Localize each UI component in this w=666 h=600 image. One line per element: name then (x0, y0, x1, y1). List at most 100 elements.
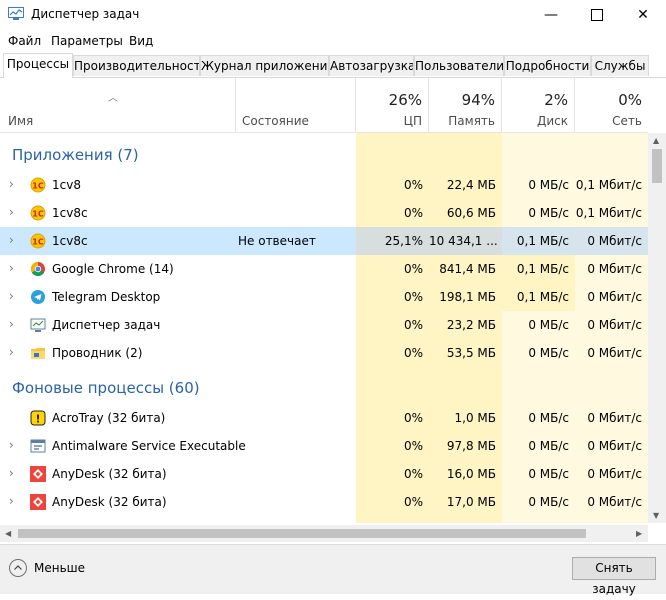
column-memory-label: Память (448, 114, 495, 128)
process-row[interactable]: ! AcroTray (32 бита) 0% 1,0 МБ 0 МБ/с 0 … (0, 404, 648, 432)
disk-value: 0,1 МБ/с (502, 255, 575, 283)
scroll-up-icon[interactable]: ▲ (653, 136, 659, 145)
horizontal-scroll-thumb[interactable] (18, 529, 586, 538)
disk-value: 0 МБ/с (528, 467, 569, 481)
disk-value: 0,1 МБ/с (502, 283, 575, 311)
maximize-button[interactable] (574, 0, 620, 30)
menu-options[interactable]: Параметры (51, 34, 123, 48)
cpu-value: 0% (403, 495, 423, 509)
tab-services[interactable]: Службы (591, 55, 649, 76)
svg-text:!: ! (35, 413, 40, 426)
maximize-icon (591, 9, 603, 21)
process-name: Проводник (2) (52, 346, 143, 360)
anydesk-icon (30, 466, 46, 482)
tab-performance[interactable]: Производительность (73, 55, 200, 76)
1c-icon: 1С (30, 177, 46, 193)
menu-view[interactable]: Вид (129, 34, 153, 48)
network-value: 0 Мбит/с (575, 227, 648, 255)
expand-chevron-icon[interactable]: › (9, 255, 14, 282)
process-row[interactable]: › 1С 1cv8c 0% 60,6 МБ 0 МБ/с 0,1 Мбит/с (0, 199, 648, 227)
tab-details[interactable]: Подробности (504, 55, 591, 76)
scroll-down-icon[interactable]: ▼ (653, 511, 659, 520)
expand-chevron-icon[interactable]: › (9, 488, 14, 515)
process-name: 1cv8c (52, 206, 88, 220)
taskmgr-icon (30, 318, 46, 332)
expand-chevron-icon[interactable]: › (9, 339, 14, 366)
cpu-value: 0% (403, 262, 423, 276)
tab-app-history[interactable]: Журнал приложений (200, 55, 329, 76)
1c-icon: 1С (30, 233, 46, 249)
cpu-value: 0% (403, 290, 423, 304)
process-row[interactable]: › AnyDesk (32 бита) 0% 16,0 МБ 0 МБ/с 0 … (0, 460, 648, 488)
vertical-scroll-thumb[interactable] (652, 149, 662, 183)
end-task-button[interactable]: Снять задачу (572, 557, 656, 596)
close-icon: ✕ (637, 7, 649, 23)
explorer-icon (31, 348, 45, 359)
expand-chevron-icon[interactable]: › (9, 460, 14, 487)
minimize-button[interactable]: — (528, 0, 574, 30)
column-name[interactable]: ︿ Имя (0, 78, 236, 132)
disk-value: 0 МБ/с (528, 178, 569, 192)
group-header-background[interactable]: Фоновые процессы (60) (0, 374, 648, 402)
disk-value: 0 МБ/с (528, 318, 569, 332)
acrotray-icon: ! (30, 410, 46, 426)
vertical-scrollbar[interactable]: ▲ ▼ (648, 133, 666, 523)
column-cpu[interactable]: 26% ЦП (356, 78, 429, 132)
scroll-left-icon[interactable]: ◀ (5, 529, 11, 538)
expand-chevron-icon[interactable]: › (9, 199, 14, 226)
disk-total: 2% (544, 91, 568, 109)
title-bar: Диспетчер задач — ✕ (0, 0, 666, 30)
sort-up-icon: ︿ (108, 93, 118, 104)
process-row[interactable]: › Проводник (2) 0% 53,5 МБ 0 МБ/с 0 Мбит… (0, 339, 648, 367)
svg-text:1С: 1С (32, 182, 44, 191)
menu-file[interactable]: Файл (8, 34, 41, 48)
process-name: AcroTray (32 бита) (52, 411, 166, 425)
tab-users[interactable]: Пользователи (414, 55, 504, 76)
group-apps-label: Приложения (7) (12, 146, 139, 164)
tab-processes[interactable]: Процессы (3, 53, 73, 78)
cpu-value: 0% (403, 318, 423, 332)
service-icon (30, 439, 46, 453)
footer-bar: Меньше Снять задачу (0, 544, 666, 596)
column-status[interactable]: Состояние (236, 78, 356, 132)
cpu-value: 0% (403, 411, 423, 425)
column-network[interactable]: 0% Сеть (575, 78, 648, 132)
expand-chevron-icon[interactable]: › (9, 283, 14, 310)
column-status-label: Состояние (242, 114, 309, 128)
process-row[interactable]: › 1С 1cv8 0% 22,4 МБ 0 МБ/с 0,1 Мбит/с (0, 171, 648, 199)
process-row-selected[interactable]: › 1С 1cv8c Не отвечает 25,1% 10 434,1 ..… (0, 227, 648, 255)
memory-value: 53,5 МБ (446, 346, 496, 360)
process-list: Приложения (7) › 1С 1cv8 0% 22,4 МБ 0 МБ… (0, 133, 648, 523)
cpu-value: 0% (403, 206, 423, 220)
process-name: 1cv8c (52, 234, 88, 248)
network-value: 0 Мбит/с (587, 467, 642, 481)
expand-chevron-icon[interactable]: › (9, 432, 14, 459)
process-row[interactable]: › Google Chrome (14) 0% 841,4 МБ 0,1 МБ/… (0, 255, 648, 283)
column-memory[interactable]: 94% Память (429, 78, 502, 132)
memory-value: 23,2 МБ (446, 318, 496, 332)
column-header: ︿ Имя Состояние 26% ЦП 94% Память 2% Дис… (0, 78, 648, 133)
cpu-value: 0% (403, 439, 423, 453)
memory-total: 94% (461, 91, 495, 109)
process-row[interactable]: › Antimalware Service Executable 0% 97,8… (0, 432, 648, 460)
group-header-apps[interactable]: Приложения (7) (0, 141, 648, 169)
process-name: Диспетчер задач (52, 318, 161, 332)
process-row[interactable]: › Диспетчер задач 0% 23,2 МБ 0 МБ/с 0 Мб… (0, 311, 648, 339)
memory-value: 841,4 МБ (439, 262, 496, 276)
tab-startup[interactable]: Автозагрузка (329, 55, 414, 76)
cpu-value: 25,1% (356, 227, 429, 255)
close-button[interactable]: ✕ (620, 0, 666, 30)
disk-value: 0 МБ/с (528, 346, 569, 360)
svg-text:1С: 1С (32, 238, 44, 247)
memory-value: 97,8 МБ (446, 439, 496, 453)
network-value: 0,1 Мбит/с (575, 178, 642, 192)
scroll-right-icon[interactable]: ▶ (636, 529, 642, 538)
expand-chevron-icon[interactable]: › (9, 171, 14, 198)
column-network-label: Сеть (612, 114, 642, 128)
column-disk[interactable]: 2% Диск (502, 78, 575, 132)
expand-chevron-icon[interactable]: › (9, 227, 14, 254)
expand-chevron-icon[interactable]: › (9, 311, 14, 338)
horizontal-scrollbar[interactable]: ◀ ▶ (0, 525, 648, 542)
process-row[interactable]: › Telegram Desktop 0% 198,1 МБ 0,1 МБ/с … (0, 283, 648, 311)
process-row[interactable]: › AnyDesk (32 бита) 0% 17,0 МБ 0 МБ/с 0 … (0, 488, 648, 516)
